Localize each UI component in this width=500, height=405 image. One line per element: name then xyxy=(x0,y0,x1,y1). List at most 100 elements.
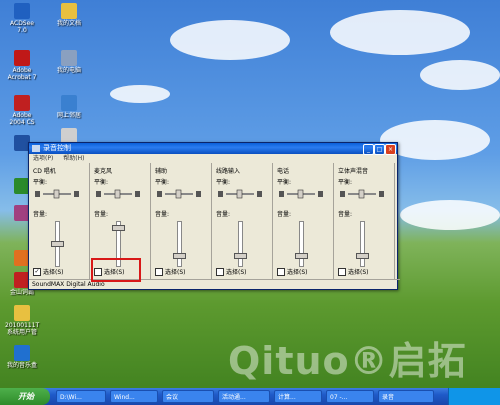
select-label: 选择(S) xyxy=(287,269,308,276)
start-button[interactable]: 开始 xyxy=(0,388,50,405)
taskbar: 开始 D:\Wi... Wind... 会议 活动通... 计算... 07 -... 录音 xyxy=(0,388,500,405)
volume-slider-thumb[interactable] xyxy=(173,253,186,259)
volume-label: 音量: xyxy=(33,211,48,218)
channel-name: 电话 xyxy=(277,168,290,175)
app-icon xyxy=(61,95,77,111)
balance-slider[interactable] xyxy=(96,189,140,199)
select-label: 选择(S) xyxy=(348,269,369,276)
checkbox-box[interactable] xyxy=(338,267,346,276)
channel-name: 立体声混音 xyxy=(338,168,369,175)
taskbar-button[interactable]: 计算... xyxy=(274,390,322,403)
taskbar-button[interactable]: 活动通... xyxy=(218,390,270,403)
menu-help[interactable]: 帮助(H) xyxy=(63,155,84,162)
desktop-icon[interactable]: Adobe Acrobat 7 xyxy=(5,50,39,81)
title-bar[interactable]: 录音控制 _ □ × xyxy=(29,143,397,155)
select-checkbox[interactable]: 选择(S) xyxy=(338,267,369,276)
volume-label: 音量: xyxy=(216,211,231,218)
select-checkbox[interactable]: 选择(S) xyxy=(216,267,247,276)
volume-label: 音量: xyxy=(338,211,353,218)
close-button[interactable]: × xyxy=(385,144,396,155)
select-checkbox[interactable]: ✓ 选择(S) xyxy=(33,267,64,276)
channel-3: 线路输入 平衡: 音量: 选择(S) xyxy=(212,163,273,279)
balance-slider[interactable] xyxy=(340,189,384,199)
desktop-icon[interactable]: 我的音乐盒 xyxy=(5,345,39,369)
balance-label: 平衡: xyxy=(33,179,48,186)
app-icon xyxy=(61,3,77,19)
maximize-button[interactable]: □ xyxy=(374,144,385,155)
desktop-icon-label: 我的音乐盒 xyxy=(6,362,37,369)
cloud xyxy=(110,85,170,103)
balance-slider[interactable] xyxy=(279,189,323,199)
channel-name: 辅助 xyxy=(155,168,168,175)
app-icon xyxy=(14,3,30,19)
balance-slider[interactable] xyxy=(157,189,201,199)
desktop-icon[interactable]: 20100111T系统用户管 xyxy=(5,305,39,336)
menu-bar: 选项(P) 帮助(H) xyxy=(29,154,397,163)
volume-slider-thumb[interactable] xyxy=(234,253,247,259)
volume-track[interactable] xyxy=(238,221,243,267)
desktop-icon-label: 20100111T系统用户管 xyxy=(5,322,40,336)
taskbar-button[interactable]: D:\Wi... xyxy=(56,390,106,403)
app-icon xyxy=(14,95,30,111)
status-bar: SoundMAX Digital Audio xyxy=(29,279,400,290)
desktop-icon-label: 我的文档 xyxy=(56,20,81,27)
select-label: 选择(S) xyxy=(43,269,64,276)
desktop-icon-label: Adobe Acrobat 7 xyxy=(7,67,37,81)
minimize-button[interactable]: _ xyxy=(363,144,374,155)
system-tray xyxy=(448,388,500,405)
app-icon xyxy=(14,305,30,321)
taskbar-button[interactable]: Wind... xyxy=(110,390,158,403)
desktop-icon[interactable]: ACDSee 7.0 xyxy=(5,3,39,34)
channel-0: CD 唱机 平衡: 音量: ✓ 选择(S) xyxy=(29,163,90,279)
speaker-icon xyxy=(32,145,40,152)
checkbox-box[interactable] xyxy=(216,267,224,276)
desktop-icon[interactable]: 网上邻居 xyxy=(52,95,86,119)
volume-slider-thumb[interactable] xyxy=(112,225,125,231)
channel-name: 线路输入 xyxy=(216,168,241,175)
volume-track[interactable] xyxy=(360,221,365,267)
select-checkbox[interactable]: 选择(S) xyxy=(277,267,308,276)
volume-slider-thumb[interactable] xyxy=(51,241,64,247)
taskbar-button[interactable]: 会议 xyxy=(162,390,214,403)
desktop-icon[interactable]: 我的文档 xyxy=(52,3,86,27)
volume-label: 音量: xyxy=(155,211,170,218)
desktop-icon-label: 金山词霸 xyxy=(9,289,34,296)
channel-2: 辅助平衡: 音量: 选择(S) xyxy=(151,163,212,279)
balance-label: 平衡: xyxy=(277,179,292,186)
desktop-icon-label: 我的电脑 xyxy=(56,67,81,74)
cloud xyxy=(420,60,500,90)
watermark: Qituo®启拓 xyxy=(228,339,467,383)
app-icon xyxy=(61,50,77,66)
highlight-box xyxy=(91,258,141,282)
volume-slider-thumb[interactable] xyxy=(356,253,369,259)
desktop-icon-label: ACDSee 7.0 xyxy=(10,20,34,34)
desktop-icon[interactable]: Adobe 2004 CS xyxy=(5,95,39,126)
cloud xyxy=(170,20,290,60)
volume-slider-thumb[interactable] xyxy=(295,253,308,259)
cloud xyxy=(330,10,470,55)
volume-label: 音量: xyxy=(277,211,292,218)
balance-label: 平衡: xyxy=(155,179,170,186)
menu-options[interactable]: 选项(P) xyxy=(33,155,53,162)
balance-slider[interactable] xyxy=(35,189,79,199)
taskbar-button[interactable]: 07 -... xyxy=(326,390,374,403)
select-label: 选择(S) xyxy=(165,269,186,276)
taskbar-button[interactable]: 录音 xyxy=(378,390,434,403)
volume-label: 音量: xyxy=(94,211,109,218)
window-title: 录音控制 xyxy=(43,144,71,152)
recording-control-window: 录音控制 _ □ × 选项(P) 帮助(H) CD 唱机 平衡: 音量: ✓ 选择(S)… xyxy=(28,142,400,290)
desktop-icon[interactable]: 我的电脑 xyxy=(52,50,86,74)
checkbox-box[interactable]: ✓ xyxy=(33,267,41,276)
cloud xyxy=(400,200,500,230)
volume-track[interactable] xyxy=(177,221,182,267)
channel-4: 电话平衡: 音量: 选择(S) xyxy=(273,163,334,279)
checkbox-box[interactable] xyxy=(155,267,163,276)
channel-name: 麦克风 xyxy=(94,168,113,175)
select-checkbox[interactable]: 选择(S) xyxy=(155,267,186,276)
channel-5: 立体声混音 平衡: 音量: 选择(S) xyxy=(334,163,395,279)
checkbox-box[interactable] xyxy=(277,267,285,276)
app-icon xyxy=(14,50,30,66)
volume-track[interactable] xyxy=(299,221,304,267)
balance-slider[interactable] xyxy=(218,189,262,199)
select-label: 选择(S) xyxy=(226,269,247,276)
